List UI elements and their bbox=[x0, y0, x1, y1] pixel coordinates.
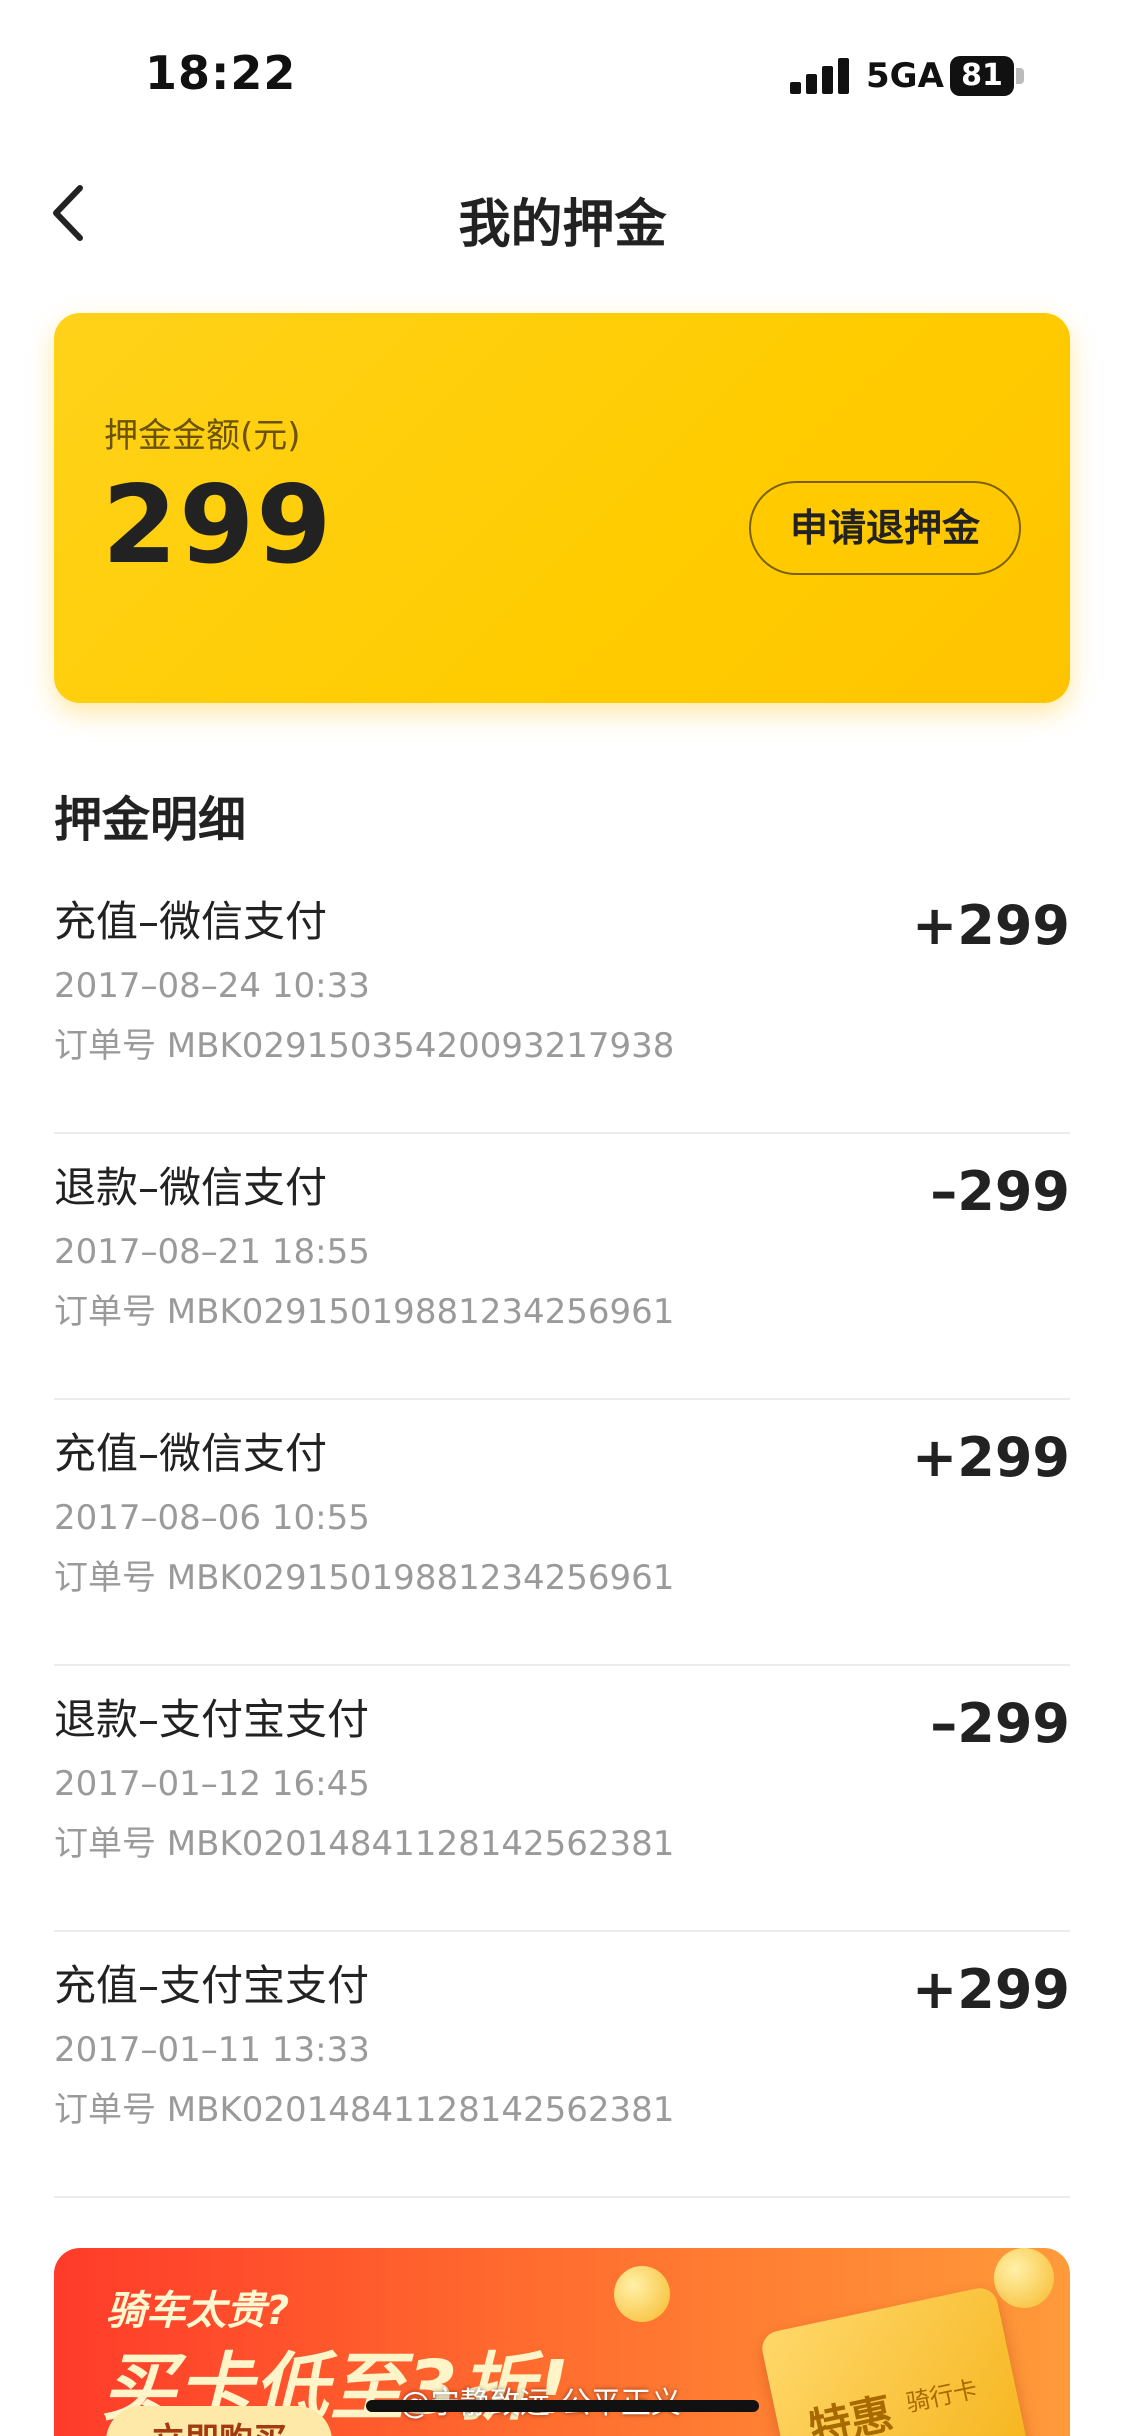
deposit-card: 押金金额(元) 299 申请退押金 bbox=[54, 313, 1070, 703]
transaction-title: 充值–支付宝支付 bbox=[54, 1961, 370, 2010]
battery-icon: 81 bbox=[950, 56, 1014, 96]
battery-cap bbox=[1016, 68, 1024, 84]
signal-icon bbox=[790, 58, 850, 94]
ride-card-title: 特惠 bbox=[804, 2388, 898, 2436]
transaction-date: 2017–01–12 16:45 bbox=[54, 1764, 370, 1804]
refund-deposit-button[interactable]: 申请退押金 bbox=[749, 481, 1021, 575]
deposit-label: 押金金额(元) bbox=[104, 416, 301, 456]
home-indicator bbox=[366, 2400, 759, 2412]
transaction-order: 订单号 MBK02915035420093217938 bbox=[54, 1026, 675, 1066]
status-time: 18:22 bbox=[145, 46, 297, 100]
transaction-amount: +299 bbox=[912, 894, 1070, 957]
transaction-amount: +299 bbox=[912, 1958, 1070, 2021]
transaction-order: 订单号 MBK02014841128142562381 bbox=[54, 2090, 675, 2130]
transaction-amount: –299 bbox=[930, 1692, 1070, 1755]
ride-card-image: 特惠 骑行卡 bbox=[758, 2284, 1030, 2436]
section-title: 押金明细 bbox=[54, 792, 247, 848]
coin-decoration bbox=[614, 2266, 670, 2322]
coin-decoration bbox=[994, 2248, 1054, 2308]
transaction-title: 退款–支付宝支付 bbox=[54, 1695, 370, 1744]
list-item[interactable]: 退款–微信支付 2017–08–21 18:55 订单号 MBK02915019… bbox=[54, 1134, 1070, 1400]
network-type: 5GA bbox=[866, 56, 944, 96]
transaction-date: 2017–01–11 13:33 bbox=[54, 2030, 370, 2070]
transaction-date: 2017–08–21 18:55 bbox=[54, 1232, 370, 1272]
status-bar: 18:22 5GA 81 bbox=[0, 0, 1125, 150]
list-item[interactable]: 充值–微信支付 2017–08–24 10:33 订单号 MBK02915035… bbox=[54, 868, 1070, 1134]
transaction-date: 2017–08–24 10:33 bbox=[54, 966, 370, 1006]
transaction-title: 充值–微信支付 bbox=[54, 1429, 328, 1478]
ride-card-subtitle: 骑行卡 bbox=[903, 2374, 980, 2418]
transaction-amount: +299 bbox=[912, 1426, 1070, 1489]
page-title: 我的押金 bbox=[458, 195, 667, 255]
transaction-order: 订单号 MBK02014841128142562381 bbox=[54, 1824, 675, 1864]
transaction-order: 订单号 MBK02915019881234256961 bbox=[54, 1558, 675, 1598]
deposit-amount: 299 bbox=[102, 463, 334, 588]
buy-now-button[interactable]: 立即购买 bbox=[106, 2406, 332, 2436]
list-item[interactable]: 充值–微信支付 2017–08–06 10:55 订单号 MBK02915019… bbox=[54, 1400, 1070, 1666]
transaction-date: 2017–08–06 10:55 bbox=[54, 1498, 370, 1538]
list-item[interactable]: 充值–支付宝支付 2017–01–11 13:33 订单号 MBK0201484… bbox=[54, 1932, 1070, 2198]
transaction-title: 退款–微信支付 bbox=[54, 1163, 328, 1212]
transaction-order: 订单号 MBK02915019881234256961 bbox=[54, 1292, 675, 1332]
transaction-list: 充值–微信支付 2017–08–24 10:33 订单号 MBK02915035… bbox=[54, 868, 1070, 2198]
list-item[interactable]: 退款–支付宝支付 2017–01–12 16:45 订单号 MBK0201484… bbox=[54, 1666, 1070, 1932]
transaction-amount: –299 bbox=[930, 1160, 1070, 1223]
nav-bar: 我的押金 bbox=[0, 160, 1125, 270]
transaction-title: 充值–微信支付 bbox=[54, 897, 328, 946]
